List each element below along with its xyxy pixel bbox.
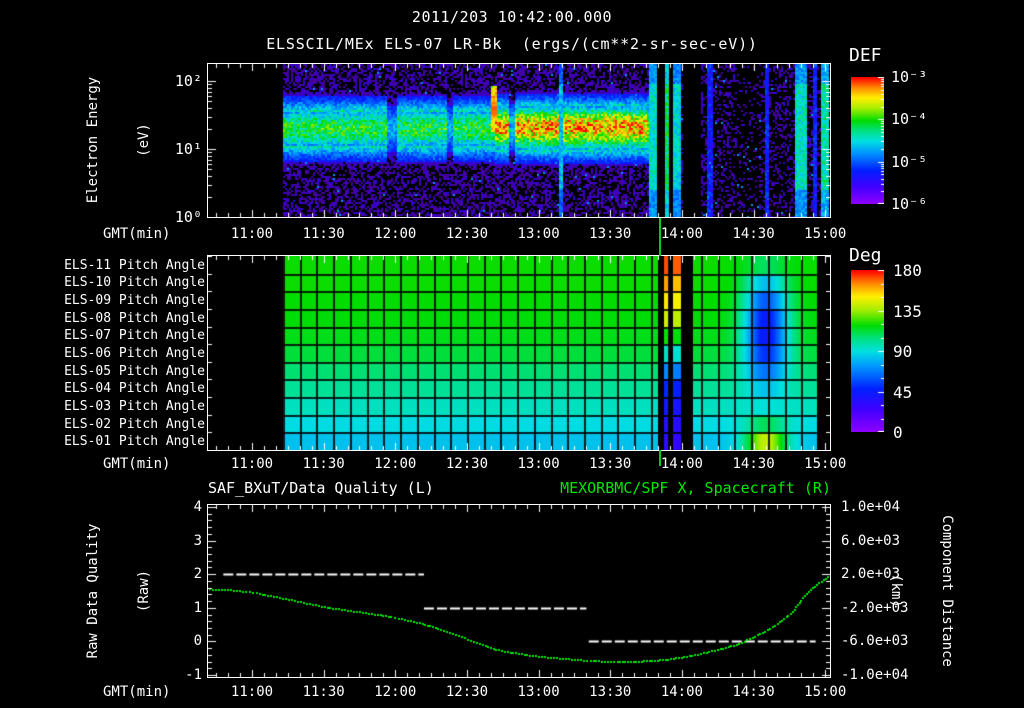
raw-quality-tick-label: 3 <box>193 532 202 549</box>
def-colorbar <box>851 77 884 204</box>
row-label: ELS-08 Pitch Angle <box>64 310 205 326</box>
x-tick-label: 11:00 <box>230 684 274 700</box>
deg-colorbar <box>851 270 884 432</box>
row-label: ELS-06 Pitch Angle <box>64 345 205 361</box>
electron-energy-axis-label: Electron Energy (eV) <box>51 0 152 290</box>
x-tick-label: 15:00 <box>804 456 847 472</box>
x-tick-label: 12:00 <box>374 684 417 700</box>
raw-quality-tick-label: 2 <box>193 566 202 583</box>
row-label: ELS-09 Pitch Angle <box>64 293 205 309</box>
x-tick-label: 13:00 <box>517 456 560 472</box>
distance-tick-label: -1.0e+04 <box>841 667 909 683</box>
raw-data-quality-axis-label: Raw Data Quality (Raw) <box>51 441 152 708</box>
def-colorbar-tick-label: 10⁻⁴ <box>891 110 928 129</box>
deg-colorbar-tick-label: 0 <box>893 423 903 442</box>
deg-colorbar-tick-label: 135 <box>893 301 922 321</box>
energy-tick-label: 10⁰ <box>174 208 202 226</box>
def-colorbar-tick-label: 10⁻³ <box>891 68 928 86</box>
x-tick-label: 14:30 <box>732 684 775 700</box>
x-tick-label: 14:00 <box>660 226 703 242</box>
row-label: ELS-07 Pitch Angle <box>64 328 205 344</box>
def-colorbar-title: DEF <box>849 45 882 66</box>
raw-quality-tick-label: 4 <box>193 499 202 515</box>
energy-tick-label: 10² <box>174 72 202 90</box>
row-label: ELS-02 Pitch Angle <box>64 416 205 432</box>
x-tick-label: 11:30 <box>302 684 345 700</box>
x-tick-label: 11:30 <box>302 226 345 242</box>
raw-quality-tick-label: -1 <box>185 667 202 683</box>
x-tick-label: 15:00 <box>804 226 847 242</box>
row-label: ELS-11 Pitch Angle <box>64 257 205 273</box>
plot-page: 2011/203 10:42:00.000 ELSSCIL/MEx ELS-07… <box>0 0 1024 708</box>
distance-tick-label: -6.0e+03 <box>841 633 909 650</box>
x-tick-label: 13:30 <box>589 684 632 700</box>
raw-quality-tick-label: 1 <box>193 599 202 616</box>
gmt-axis-label: GMT(min) <box>103 456 171 472</box>
row-label: ELS-01 Pitch Angle <box>64 434 205 450</box>
bottom-panel-right-title: MEXORBMC/SPF X, Spacecraft (R) <box>560 479 831 497</box>
pitch-angle-panel <box>207 255 831 451</box>
component-distance-axis-label: Component Distance (km) <box>888 441 989 708</box>
gmt-axis-label: GMT(min) <box>103 226 171 242</box>
raw-data-quality-axis-line1: Raw Data Quality <box>85 523 101 659</box>
row-label: ELS-04 Pitch Angle <box>64 381 205 397</box>
x-tick-label: 14:00 <box>660 684 703 700</box>
quality-distance-panel <box>207 504 831 678</box>
def-colorbar-tick-label: 10⁻⁵ <box>891 152 928 171</box>
deg-colorbar-tick-label: 180 <box>893 261 922 280</box>
x-tick-label: 12:30 <box>445 226 489 242</box>
distance-tick-label: 2.0e+03 <box>841 566 901 583</box>
row-label: ELS-05 Pitch Angle <box>64 363 205 379</box>
component-distance-axis-line1: Component Distance <box>939 515 955 667</box>
distance-tick-label: -2.0e+03 <box>841 599 909 616</box>
electron-energy-spectrogram-panel <box>207 63 831 218</box>
x-tick-label: 12:30 <box>445 684 489 700</box>
electron-energy-axis-line1: Electron Energy <box>85 76 101 204</box>
def-colorbar-tick-label: 10⁻⁶ <box>891 194 928 213</box>
row-label: ELS-03 Pitch Angle <box>64 398 205 414</box>
x-tick-label: 14:00 <box>660 456 703 472</box>
bottom-panel-left-title: SAF_BXuT/Data Quality (L) <box>208 479 434 497</box>
x-tick-label: 13:30 <box>589 456 632 472</box>
x-tick-label: 12:30 <box>445 456 489 472</box>
deg-colorbar-tick-label: 90 <box>893 342 913 361</box>
gmt-axis-label: GMT(min) <box>103 684 171 700</box>
x-tick-label: 12:00 <box>374 456 417 472</box>
x-tick-label: 13:00 <box>517 684 560 700</box>
raw-quality-tick-label: 0 <box>193 633 202 650</box>
x-tick-label: 14:30 <box>732 456 775 472</box>
row-label: ELS-10 Pitch Angle <box>64 275 205 291</box>
energy-tick-label: 10¹ <box>174 140 202 158</box>
raw-data-quality-axis-line2: (Raw) <box>136 569 152 613</box>
x-tick-label: 11:00 <box>230 456 274 472</box>
x-tick-label: 14:30 <box>732 226 775 242</box>
deg-colorbar-title: Deg <box>849 245 882 266</box>
x-tick-label: 11:30 <box>302 456 345 472</box>
x-tick-label: 15:00 <box>804 684 847 700</box>
x-tick-label: 13:30 <box>589 226 632 242</box>
distance-tick-label: 6.0e+03 <box>841 532 901 549</box>
distance-tick-label: 1.0e+04 <box>841 499 901 515</box>
deg-colorbar-tick-label: 45 <box>893 382 913 402</box>
x-tick-label: 12:00 <box>374 226 417 242</box>
x-tick-label: 11:00 <box>230 226 274 242</box>
x-tick-label: 13:00 <box>517 226 560 242</box>
